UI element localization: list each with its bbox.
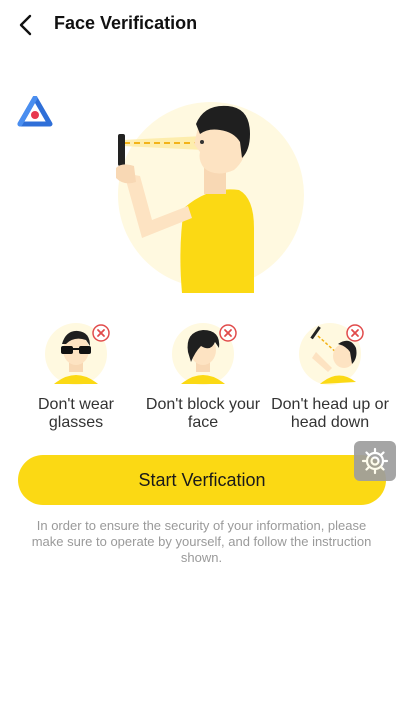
tip-label: Don't head up or head down (270, 396, 390, 432)
floating-settings-button[interactable] (354, 441, 396, 481)
error-badge-icon (219, 324, 237, 342)
tip-label-line2: glasses (48, 414, 104, 431)
error-badge-icon (92, 324, 110, 342)
tip-label-line2: face (187, 414, 219, 431)
selfie-illustration (116, 102, 304, 293)
tip-no-glasses: Don't wear glasses (16, 322, 136, 432)
gear-icon (361, 447, 389, 475)
tip-no-head-tilt: Don't head up or head down (270, 322, 390, 432)
error-badge-icon (346, 324, 364, 342)
tip-label: Don't block your face (143, 396, 263, 432)
page-title: Face Verification (54, 13, 198, 33)
security-notice: In order to ensure the security of your … (31, 518, 372, 565)
tip-label-line1: Don't wear (38, 396, 114, 413)
no-head-tilt-avatar (298, 322, 364, 386)
no-glasses-avatar (44, 322, 110, 386)
tip-no-block-face: Don't block your face (143, 322, 263, 432)
tip-label: Don't wear glasses (16, 396, 136, 432)
no-block-face-avatar (171, 322, 237, 386)
app-logo-icon (17, 96, 53, 127)
start-verification-button[interactable]: Start Verfication (18, 455, 386, 505)
header-bar: Face Verification (0, 0, 403, 50)
tip-label-line2: head down (290, 414, 370, 431)
back-arrow-icon[interactable] (14, 12, 40, 38)
tip-label-line1: Don't head up or (271, 396, 389, 413)
tip-label-line1: Don't block your (145, 396, 261, 413)
